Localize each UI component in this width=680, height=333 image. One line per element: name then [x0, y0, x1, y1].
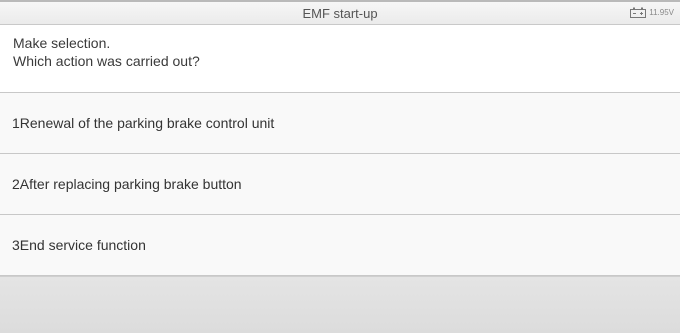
battery-icon: [630, 7, 647, 18]
option-label: 1Renewal of the parking brake control un…: [12, 115, 275, 131]
option-label: 3End service function: [12, 237, 146, 253]
prompt-line-1: Make selection.: [13, 35, 111, 51]
bottom-button-bar: [0, 276, 680, 333]
prompt-line-2: Which action was carried out?: [13, 53, 200, 69]
option-renewal-control-unit[interactable]: 1Renewal of the parking brake control un…: [0, 93, 680, 154]
prompt-text: Make selection. Which action was carried…: [0, 25, 680, 93]
battery-status: 11.95V: [630, 7, 674, 18]
option-label: 2After replacing parking brake button: [12, 176, 242, 192]
page-title: EMF start-up: [302, 6, 378, 21]
option-replace-brake-button[interactable]: 2After replacing parking brake button: [0, 154, 680, 215]
battery-voltage: 11.95V: [649, 8, 674, 17]
option-end-service-function[interactable]: 3End service function: [0, 215, 680, 276]
title-bar: EMF start-up 11.95V: [0, 0, 680, 25]
option-list: 1Renewal of the parking brake control un…: [0, 93, 680, 276]
